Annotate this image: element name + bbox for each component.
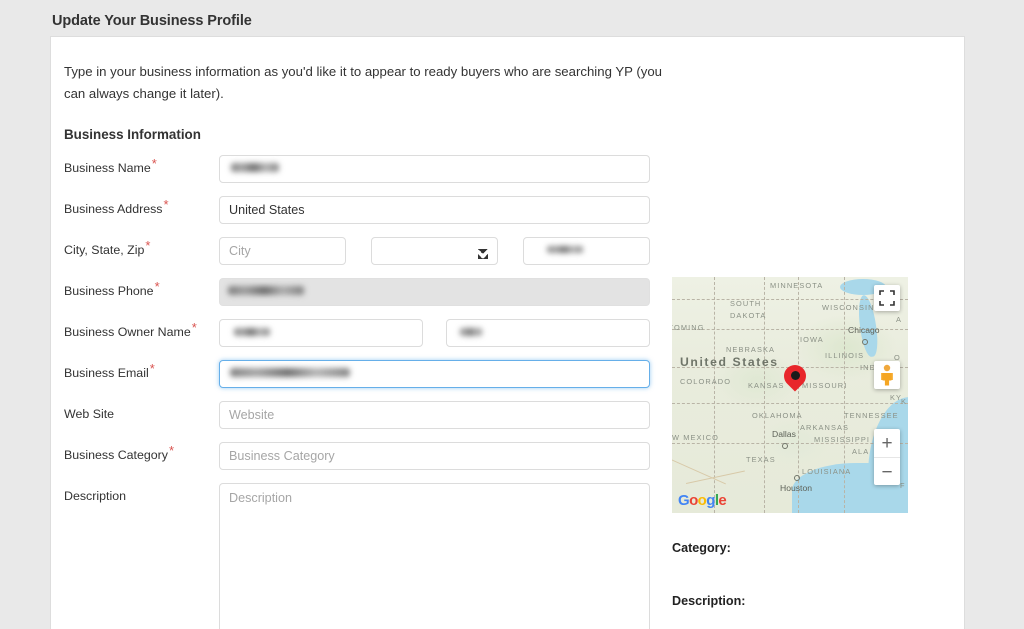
map-region-label: IOWA xyxy=(800,335,824,344)
business-name-input[interactable] xyxy=(219,155,650,183)
city-input[interactable] xyxy=(219,237,346,265)
label-business-email: Business Email* xyxy=(64,360,155,380)
label-city-state-zip: City, State, Zip* xyxy=(64,237,151,257)
map-region-label: YOMING xyxy=(672,323,705,332)
business-address-input[interactable] xyxy=(219,196,650,224)
pegman-icon xyxy=(881,364,893,386)
form-row-business-owner-name: Business Owner Name* xyxy=(64,319,704,349)
map-region-label: COLORADO xyxy=(680,377,732,386)
section-title-business-information: Business Information xyxy=(64,127,201,142)
form-row-business-email: Business Email* xyxy=(64,360,704,390)
map-location-marker[interactable] xyxy=(779,360,811,395)
state-border xyxy=(672,299,908,300)
preview-description-heading: Description: xyxy=(672,594,746,608)
form-row-business-name: Business Name* xyxy=(64,155,704,185)
app-screen: Update Your Business Profile Type in you… xyxy=(0,0,1024,629)
form-row-business-phone: Business Phone* xyxy=(64,278,704,308)
map-region-label: ALA xyxy=(852,447,870,456)
state-border xyxy=(844,277,845,513)
map-region-label: WISCONSIN xyxy=(822,303,875,312)
map-region-label: ARKANSAS xyxy=(800,423,850,432)
map-fullscreen-button[interactable] xyxy=(874,285,900,311)
map-region-label: MISSOURI xyxy=(802,381,848,390)
map-region-label: TEXAS xyxy=(746,455,776,464)
map-zoom-controls[interactable]: + − xyxy=(874,429,900,485)
required-asterisk: * xyxy=(145,237,151,253)
label-description: Description xyxy=(64,489,126,503)
map-region-label: TENNESSEE xyxy=(844,411,899,420)
required-asterisk: * xyxy=(154,278,160,294)
label-business-phone: Business Phone* xyxy=(64,278,160,298)
map-region-label: OKLAHOMA xyxy=(752,411,803,420)
map-region-label: MISSISSIPPI xyxy=(814,435,871,444)
map-city-label: Chicago xyxy=(848,325,880,335)
map-region-label: DAKOTA xyxy=(730,311,767,320)
map-zoom-out-button[interactable]: − xyxy=(874,457,900,486)
business-phone-input xyxy=(219,278,650,306)
required-asterisk: * xyxy=(151,155,157,171)
intro-text: Type in your business information as you… xyxy=(64,64,662,101)
label-business-address: Business Address* xyxy=(64,196,169,216)
fullscreen-icon xyxy=(879,290,895,306)
map-region-label: EW MEXICO xyxy=(672,433,720,442)
map-region-label: MINNESOTA xyxy=(770,281,824,290)
map-city-dot xyxy=(862,339,868,345)
required-asterisk: * xyxy=(149,360,155,376)
map-pin-center xyxy=(790,370,800,380)
state-select[interactable] xyxy=(371,237,498,265)
map-country-label: United States xyxy=(680,355,779,369)
required-asterisk: * xyxy=(191,319,197,335)
required-asterisk: * xyxy=(169,442,175,458)
state-border xyxy=(672,403,908,404)
map-region-label: SOUTH xyxy=(730,299,762,308)
owner-last-name-input[interactable] xyxy=(446,319,650,347)
label-business-owner-name: Business Owner Name* xyxy=(64,319,197,339)
map-city-label: Dallas xyxy=(772,429,796,439)
label-web-site: Web Site xyxy=(64,407,115,421)
form-row-business-category: Business Category* xyxy=(64,442,704,472)
map-city-dot xyxy=(782,443,788,449)
profile-card: Type in your business information as you… xyxy=(50,36,965,629)
map-region-label: A xyxy=(896,315,903,324)
page-title: Update Your Business Profile xyxy=(52,13,252,29)
state-border xyxy=(672,443,908,444)
map-region-label: LOUISIANA xyxy=(802,467,852,476)
map-zoom-in-button[interactable]: + xyxy=(874,429,900,457)
business-category-input[interactable] xyxy=(219,442,650,470)
label-business-category: Business Category* xyxy=(64,442,175,462)
website-input[interactable] xyxy=(219,401,650,429)
preview-category-heading: Category: xyxy=(672,541,731,555)
map-region-label: ILLINOIS xyxy=(825,351,865,360)
form-row-description: Description xyxy=(64,483,704,629)
map-city-label: Houston xyxy=(780,483,813,493)
owner-first-name-input[interactable] xyxy=(219,319,423,347)
google-logo: Google xyxy=(678,492,727,509)
map-city-dot xyxy=(794,475,800,481)
required-asterisk: * xyxy=(163,196,169,212)
location-map[interactable]: United States MINNESOTA WISCONSIN SOUTH … xyxy=(672,277,908,513)
form-row-web-site: Web Site xyxy=(64,401,704,431)
label-business-name: Business Name* xyxy=(64,155,157,175)
map-street-view-pegman-button[interactable] xyxy=(874,361,900,389)
map-region-label: KANSAS xyxy=(748,381,785,390)
description-textarea[interactable] xyxy=(219,483,650,629)
map-region-label: NEBRASKA xyxy=(726,345,776,354)
map-region-label: F xyxy=(900,481,906,490)
form-row-city-state-zip: City, State, Zip* xyxy=(64,237,704,267)
form-row-business-address: Business Address* xyxy=(64,196,704,226)
business-email-input[interactable] xyxy=(219,360,650,388)
map-region-label: K xyxy=(901,397,908,406)
zip-input[interactable] xyxy=(523,237,650,265)
